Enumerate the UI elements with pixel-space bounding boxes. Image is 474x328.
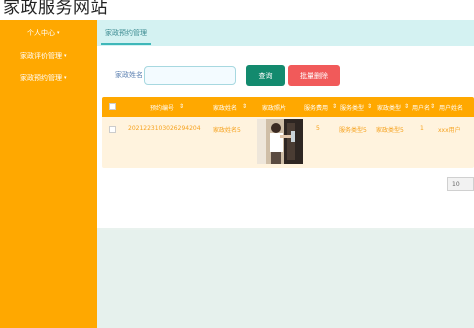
sort-icon[interactable]: ⇕ xyxy=(332,103,337,110)
column-header[interactable]: 预约编号 xyxy=(150,103,174,112)
batch-delete-button[interactable]: 批量删除 xyxy=(288,65,340,86)
cell-housekeeping-type: 家政类型5 xyxy=(376,127,404,134)
content-footer-area xyxy=(97,230,474,328)
main-panel: 家政预约管理 家政姓名 查询 批量删除 预约编号 ⇕ 家政姓名 ⇕ 家政照片 服务费… xyxy=(97,20,474,328)
select-all-checkbox[interactable] xyxy=(109,103,116,110)
column-header[interactable]: 家政类型 xyxy=(377,103,401,112)
sort-icon[interactable]: ⇕ xyxy=(430,103,435,110)
app-title: 家政服务网站 xyxy=(3,0,108,18)
sidebar-item-label: 个人中心 xyxy=(27,29,55,37)
sidebar: 个人中心 ▾ 家政评价管理 ▾ 家政预约管理 ▾ xyxy=(0,20,97,328)
chevron-down-icon: ▾ xyxy=(64,53,67,59)
sidebar-item-bookings[interactable]: 家政预约管理 ▾ xyxy=(0,73,97,83)
tab-booking-management[interactable]: 家政预约管理 xyxy=(101,28,151,45)
cell-housekeeper-name: 家政姓名5 xyxy=(213,127,241,134)
cell-booking-no: 2021223103026294204 xyxy=(128,125,201,132)
table-header: 预约编号 ⇕ 家政姓名 ⇕ 家政照片 服务费用 ⇕ 服务类型 ⇕ 家政类型 ⇕ 用户名 ⇕ … xyxy=(102,97,474,117)
column-header[interactable]: 服务类型 xyxy=(340,103,364,112)
housekeeper-photo[interactable] xyxy=(257,119,303,164)
chevron-down-icon: ▾ xyxy=(64,75,67,81)
cell-username: 1 xyxy=(420,125,424,132)
sidebar-item-reviews[interactable]: 家政评价管理 ▾ xyxy=(0,51,97,61)
sort-icon[interactable]: ⇕ xyxy=(404,103,409,110)
sidebar-item-profile[interactable]: 个人中心 ▾ xyxy=(0,28,97,38)
column-header[interactable]: 家政姓名 xyxy=(213,103,237,112)
column-header[interactable]: 家政照片 xyxy=(262,103,286,112)
search-input[interactable] xyxy=(144,66,236,85)
column-header[interactable]: 服务费用 xyxy=(304,103,328,112)
cell-fee: 5 xyxy=(316,125,320,132)
search-button[interactable]: 查询 xyxy=(246,65,285,86)
search-label: 家政姓名 xyxy=(115,71,143,79)
row-checkbox[interactable] xyxy=(109,126,116,133)
column-header[interactable]: 用户姓名 xyxy=(439,103,463,112)
cell-user-fullname: xxx用户 xyxy=(438,127,461,134)
sidebar-item-label: 家政评价管理 xyxy=(20,52,62,60)
top-bar: 家政服务网站 xyxy=(0,0,474,20)
column-header[interactable]: 用户名 xyxy=(412,103,430,112)
booking-table: 预约编号 ⇕ 家政姓名 ⇕ 家政照片 服务费用 ⇕ 服务类型 ⇕ 家政类型 ⇕ 用户名 ⇕ … xyxy=(102,97,474,168)
sort-icon[interactable]: ⇕ xyxy=(242,103,247,110)
chevron-down-icon: ▾ xyxy=(57,30,60,36)
sort-icon[interactable]: ⇕ xyxy=(367,103,372,110)
page-size-select[interactable]: 10 xyxy=(447,177,474,191)
cell-service-type: 服务类型5 xyxy=(339,127,367,134)
sidebar-item-label: 家政预约管理 xyxy=(20,74,62,82)
sort-icon[interactable]: ⇕ xyxy=(179,103,184,110)
tab-bar: 家政预约管理 xyxy=(97,20,474,46)
